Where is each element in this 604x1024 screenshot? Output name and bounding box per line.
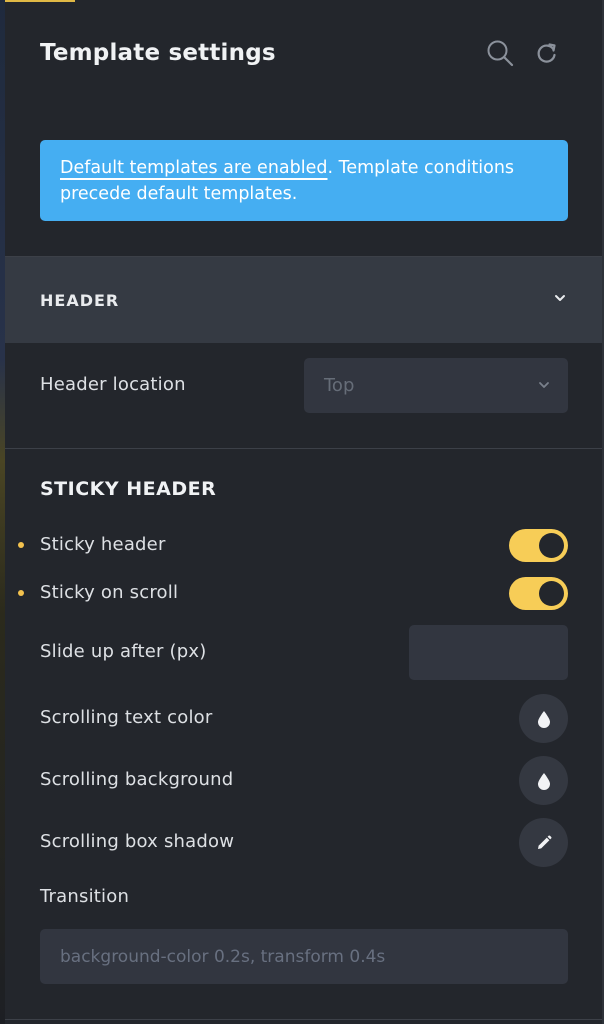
panel-header: Template settings bbox=[5, 0, 602, 110]
sticky-on-scroll-label: Sticky on scroll bbox=[40, 582, 179, 603]
color-drop-icon bbox=[537, 710, 550, 728]
transition-input[interactable] bbox=[40, 929, 568, 984]
modified-indicator-dot bbox=[18, 542, 24, 548]
accordion-title: HEADER bbox=[40, 290, 120, 310]
chevron-down-icon bbox=[555, 295, 565, 301]
search-button[interactable] bbox=[485, 38, 515, 68]
divider bbox=[5, 1019, 602, 1020]
scrolling-box-shadow-label: Scrolling box shadow bbox=[40, 831, 235, 852]
color-drop-icon bbox=[537, 772, 550, 790]
page-title: Template settings bbox=[40, 40, 276, 66]
scrolling-text-color-picker[interactable] bbox=[519, 694, 568, 743]
slide-up-after-input[interactable] bbox=[409, 625, 568, 680]
sticky-header-label: Sticky header bbox=[40, 534, 166, 555]
header-accordion-toggle[interactable]: HEADER bbox=[5, 257, 602, 343]
scrolling-background-label: Scrolling background bbox=[40, 769, 234, 790]
header-location-value: Top bbox=[324, 375, 355, 396]
toggle-knob bbox=[539, 533, 564, 558]
sticky-on-scroll-toggle[interactable] bbox=[509, 577, 568, 610]
scrolling-text-color-label: Scrolling text color bbox=[40, 707, 213, 728]
slide-up-after-label: Slide up after (px) bbox=[40, 641, 207, 662]
sticky-header-section-title: STICKY HEADER bbox=[40, 478, 217, 500]
default-templates-link[interactable]: Default templates are enabled bbox=[60, 158, 327, 178]
scrolling-box-shadow-edit-button[interactable] bbox=[519, 818, 568, 867]
default-templates-notice: Default templates are enabled. Template … bbox=[40, 140, 568, 221]
search-icon bbox=[487, 40, 514, 67]
header-location-select[interactable]: Top bbox=[304, 358, 568, 413]
pencil-icon bbox=[537, 835, 551, 849]
scrolling-background-picker[interactable] bbox=[519, 756, 568, 805]
chevron-down-icon bbox=[539, 382, 549, 388]
reset-icon bbox=[537, 43, 556, 63]
transition-label: Transition bbox=[40, 886, 130, 907]
reset-button[interactable] bbox=[532, 38, 562, 68]
divider bbox=[5, 448, 602, 449]
header-location-label: Header location bbox=[40, 374, 186, 395]
modified-indicator-dot bbox=[18, 590, 24, 596]
sticky-header-toggle[interactable] bbox=[509, 529, 568, 562]
toggle-knob bbox=[539, 581, 564, 606]
template-settings-panel: Template settings Default templates are … bbox=[5, 0, 602, 1024]
